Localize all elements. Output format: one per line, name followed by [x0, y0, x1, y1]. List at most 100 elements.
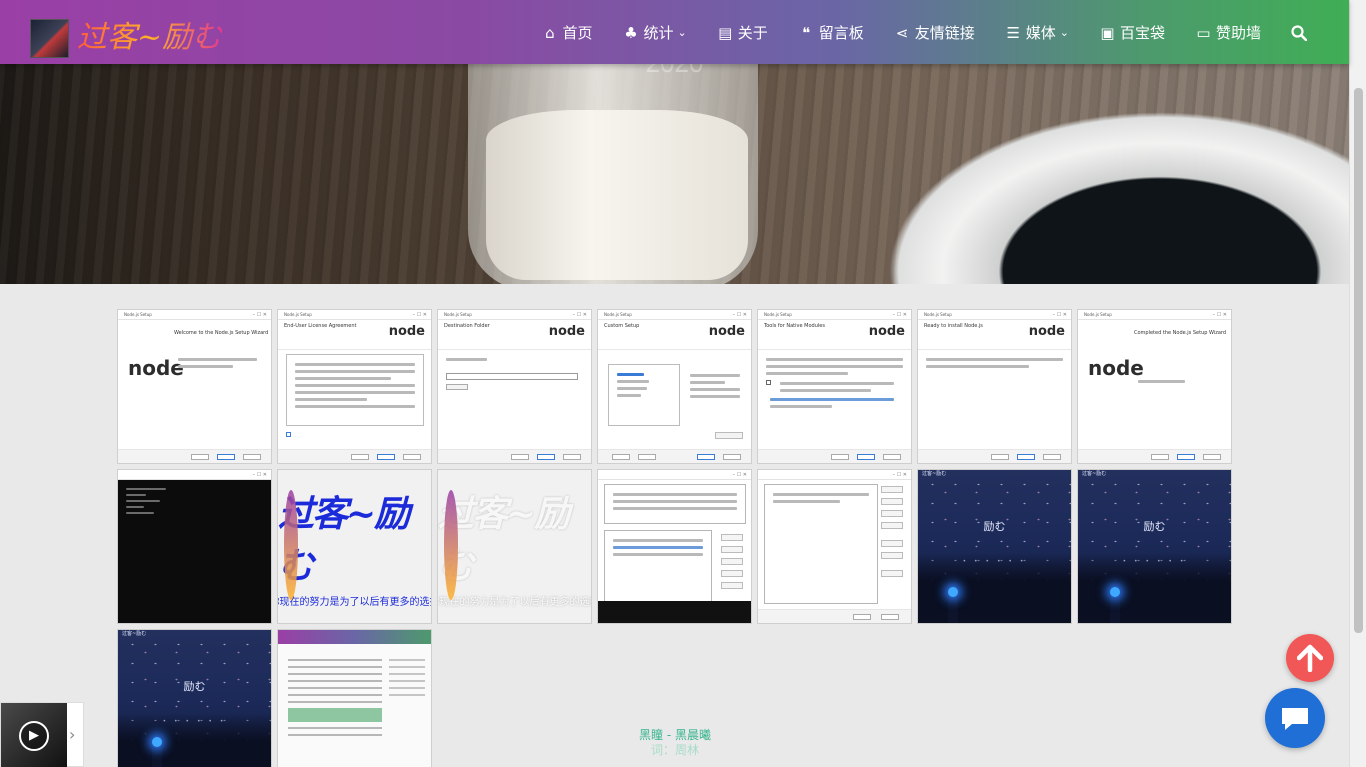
setup-heading-text: Custom Setup — [604, 323, 640, 329]
brand[interactable]: 过客~励む — [30, 18, 222, 58]
dialog-footer — [438, 449, 591, 463]
lyrics-display: 黑瞳 - 黑晨曦 词：周林 — [600, 728, 750, 758]
back-to-top-button[interactable] — [1286, 634, 1334, 682]
edit-path-lines — [765, 485, 877, 511]
nav-label: 留言板 — [818, 24, 864, 42]
comments-icon: ❝ — [802, 23, 811, 42]
setup-heading-text: Tools for Native Modules — [764, 323, 825, 329]
blog-header-bar — [278, 630, 431, 644]
site-hero-word: 励む — [183, 680, 206, 693]
gallery-thumb-setup-completed[interactable]: Node.js Setup node Completed the Node.js… — [1077, 309, 1232, 464]
window-title: Node.js Setup — [758, 310, 911, 320]
terminal-output — [118, 480, 271, 522]
window-title — [598, 470, 751, 480]
setup-heading: Custom Setup node — [598, 320, 751, 350]
chevron-down-icon: ⌄ — [1059, 26, 1069, 39]
brand-swoosh — [284, 490, 298, 600]
nav-item-toolbox[interactable]: ▣ 百宝袋 — [1099, 22, 1165, 43]
window-title: Node.js Setup — [278, 310, 431, 320]
nodejs-logo-icon: node — [1028, 324, 1065, 339]
tower-light — [1110, 587, 1120, 597]
window-title — [758, 470, 911, 480]
nodejs-logo-icon: node — [868, 324, 905, 339]
site-mini-title: 过客~励む — [922, 471, 947, 477]
completed-text — [1130, 372, 1225, 391]
play-icon: ▶ — [29, 728, 39, 743]
gallery-thumb-night-site-2[interactable]: 过客~励む 励む • • • • • • — [1077, 469, 1232, 624]
site-title[interactable]: 过客~励む — [77, 18, 222, 58]
avatar[interactable] — [30, 18, 69, 58]
dialog-footer — [598, 449, 751, 463]
feature-description — [682, 366, 748, 406]
nav-item-sponsor[interactable]: ▭ 赞助墙 — [1195, 22, 1261, 43]
destination-path-field[interactable] — [446, 373, 578, 380]
nav-label: 统计 — [643, 24, 674, 42]
brand-swoosh — [444, 490, 458, 600]
window-title: Node.js Setup — [598, 310, 751, 320]
setup-heading: Completed the Node.js Setup Wizard — [1134, 330, 1227, 336]
disk-usage-button[interactable] — [715, 432, 743, 439]
destination-lines — [438, 350, 591, 369]
nodejs-logo-icon: node — [388, 324, 425, 339]
dialog-footer — [1078, 449, 1231, 463]
window-title: Node.js Setup — [118, 310, 271, 320]
blog-article — [288, 654, 382, 741]
brand-slogan: 你现在的努力是为了以后有更多的选择 — [277, 597, 432, 608]
setup-heading-text: Ready to install Node.js — [924, 323, 983, 329]
player-toggle-button[interactable]: › — [69, 725, 75, 744]
dialog-footer — [118, 449, 271, 463]
accept-checkbox[interactable] — [286, 432, 291, 437]
setup-heading: End-User License Agreement node — [278, 320, 431, 350]
briefcase-icon: ▣ — [1100, 23, 1115, 42]
nav-item-about[interactable]: ▤ 关于 — [717, 22, 768, 43]
nav-item-home[interactable]: ⌂ 首页 — [541, 22, 592, 43]
gallery-thumb-setup-license[interactable]: Node.js Setup End-User License Agreement… — [277, 309, 432, 464]
path-list — [604, 530, 712, 610]
play-button[interactable]: ▶ — [19, 721, 49, 751]
side-panel — [118, 320, 170, 451]
terminal-strip — [598, 601, 751, 623]
side-panel — [1078, 320, 1130, 451]
gallery-thumb-setup-welcome[interactable]: Node.js Setup node Welcome to the Node.j… — [117, 309, 272, 464]
feature-tree[interactable] — [608, 364, 680, 426]
gallery-thumb-env-variables[interactable] — [597, 469, 752, 624]
main-menu: ⌂ 首页 ♣ 统计 ⌄ ▤ 关于 ❝ 留言板 ⋖ 友情链接 ☰ 媒体 ⌄ ▣ 百宝袋 ▭ 赞助墙 — [511, 22, 1307, 43]
setup-heading-text: Destination Folder — [444, 323, 490, 329]
page-scrollbar[interactable] — [1349, 0, 1366, 767]
share-icon: ⋖ — [895, 23, 909, 42]
nav-item-media[interactable]: ☰ 媒体 ⌄ — [1005, 22, 1069, 43]
nav-item-stats[interactable]: ♣ 统计 ⌄ — [622, 22, 686, 43]
window-title — [118, 470, 271, 480]
license-text-box — [286, 354, 424, 426]
gallery-thumb-night-site-1[interactable]: 过客~励む 励む • • • • • • — [917, 469, 1072, 624]
brand-logo-text: 过客~励む — [278, 493, 410, 587]
sitemap-icon: ♣ — [624, 23, 638, 42]
gallery-thumb-night-site-3[interactable]: 过客~励む 励む • • • • • • — [117, 629, 272, 767]
nav-item-links[interactable]: ⋖ 友情链接 — [894, 22, 975, 43]
gallery-thumb-setup-destination[interactable]: Node.js Setup Destination Folder node — [437, 309, 592, 464]
install-tools-checkbox[interactable] — [766, 380, 771, 385]
dialog-footer — [278, 449, 431, 463]
nav-item-guestbook[interactable]: ❝ 留言板 — [798, 22, 864, 43]
gallery-thumb-blog-page[interactable] — [277, 629, 432, 767]
gallery-thumb-setup-ready[interactable]: Node.js Setup Ready to install Node.js no… — [917, 309, 1072, 464]
gallery-thumb-brand-logo-white[interactable]: 过客~励む 你现在的努力是为了以后有更多的选择 — [437, 469, 592, 624]
site-hero-word: 励む — [1143, 520, 1166, 533]
scrollbar-thumb[interactable] — [1354, 88, 1363, 633]
search-button[interactable] — [1291, 24, 1307, 41]
gallery-thumb-setup-custom[interactable]: Node.js Setup Custom Setup node — [597, 309, 752, 464]
tower-light — [152, 737, 162, 747]
list-icon: ☰ — [1006, 23, 1020, 42]
change-button[interactable] — [446, 384, 468, 390]
nav-label: 赞助墙 — [1215, 24, 1261, 42]
chat-button[interactable] — [1265, 688, 1325, 748]
gallery-thumb-setup-tools[interactable]: Node.js Setup Tools for Native Modules no… — [757, 309, 912, 464]
setup-heading: Destination Folder node — [438, 320, 591, 350]
nav-label: 首页 — [562, 24, 593, 42]
gallery-thumb-edit-path[interactable] — [757, 469, 912, 624]
city-skyline — [1078, 553, 1231, 623]
gallery-thumb-brand-logo[interactable]: 过客~励む 你现在的努力是为了以后有更多的选择 — [277, 469, 432, 624]
chevron-down-icon: ⌄ — [677, 26, 687, 39]
gallery-thumb-terminal[interactable] — [117, 469, 272, 624]
dialog-footer — [918, 449, 1071, 463]
